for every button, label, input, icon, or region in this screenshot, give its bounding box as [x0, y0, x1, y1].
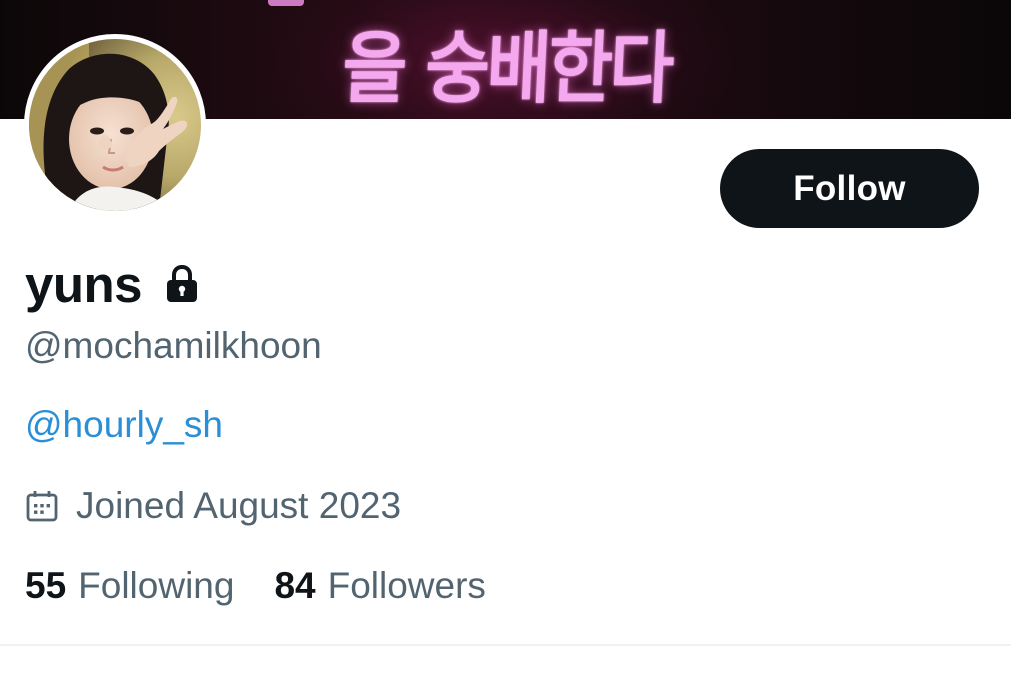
following-link[interactable]: 55 Following — [25, 565, 234, 607]
section-divider — [0, 644, 1011, 646]
profile-page: 을 숭배한다 Follow yuns @mochamilkhoon @hourl… — [0, 0, 1011, 675]
lock-icon — [164, 264, 200, 304]
follow-stats: 55 Following 84 Followers — [25, 565, 486, 607]
avatar[interactable] — [24, 34, 206, 216]
joined-date: Joined August 2023 — [76, 485, 402, 526]
followers-count: 84 — [274, 565, 316, 606]
following-count: 55 — [25, 565, 67, 606]
name-row: yuns — [25, 252, 200, 316]
calendar-icon — [25, 489, 59, 523]
banner-text: 을 숭배한다 — [340, 22, 674, 115]
banner-text-fragment — [268, 0, 304, 6]
followers-label: Followers — [327, 565, 486, 606]
bio-mention-link[interactable]: @hourly_sh — [25, 404, 223, 446]
follow-button[interactable]: Follow — [720, 149, 979, 228]
avatar-image — [29, 39, 201, 211]
following-label: Following — [78, 565, 235, 606]
joined-date-row: Joined August 2023 — [25, 485, 401, 527]
username-handle: @mochamilkhoon — [25, 325, 322, 366]
followers-link[interactable]: 84 Followers — [274, 565, 485, 607]
display-name: yuns — [25, 255, 143, 313]
